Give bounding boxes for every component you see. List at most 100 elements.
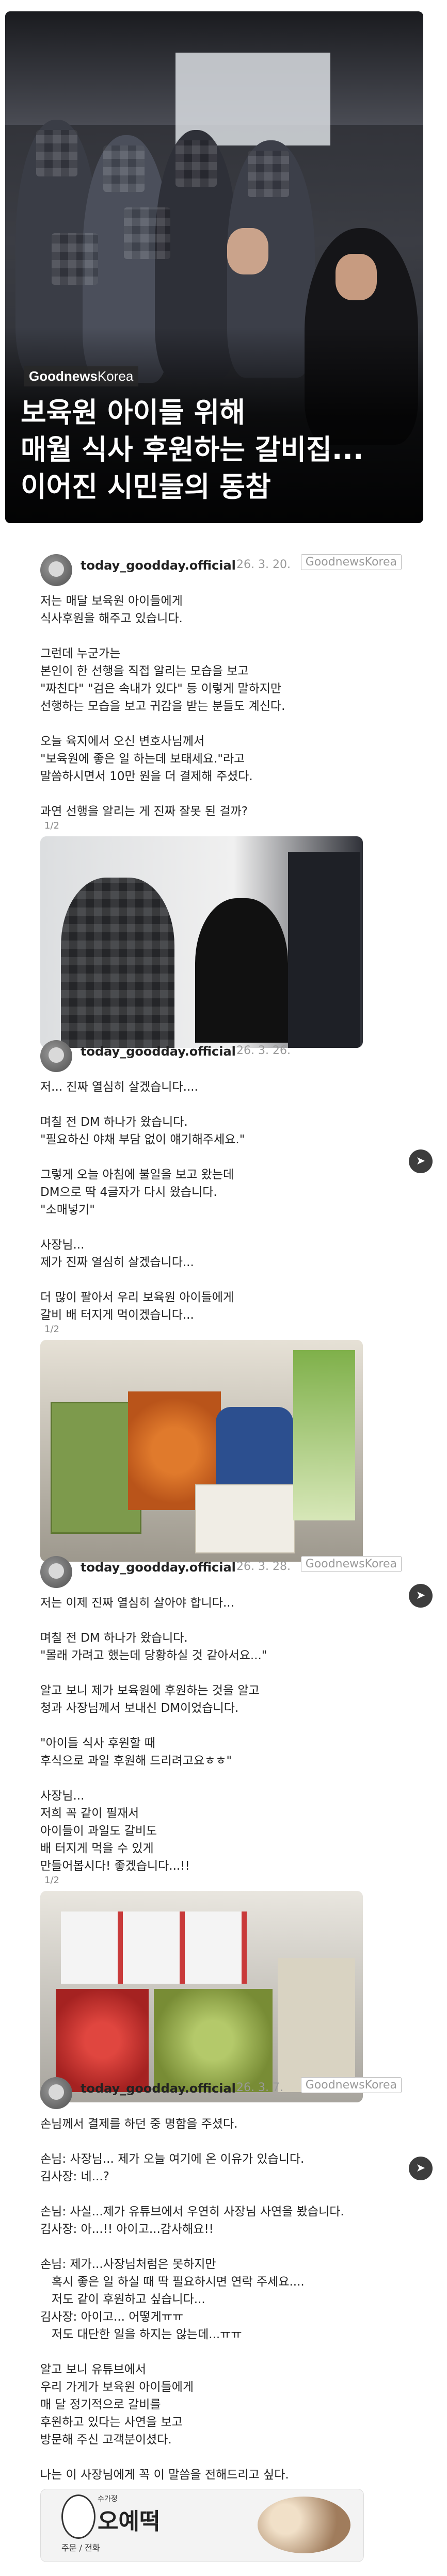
post-text-line: 저는 이제 진짜 열심히 살아야 합니다... <box>40 1596 234 1610</box>
post-text-line: "짜친다" "검은 속내가 있다" 등 이렇게 말하지만 <box>40 682 282 695</box>
post-text-line: 김사장: 아...!! 아이고...감사해요!! <box>40 2223 214 2236</box>
post-text-line: 손님: 제가...사장님처럼은 못하지만 <box>40 2258 216 2271</box>
post-text-line <box>40 2449 402 2466</box>
post-text-line: 그렇게 오늘 아침에 불일을 보고 왔는데 <box>40 1168 234 1181</box>
post-photo[interactable] <box>40 1340 363 1562</box>
shop-subtitle: 주문 / 전화 <box>61 2543 100 2553</box>
shop-name: 오예떡 <box>98 2508 161 2535</box>
post-text-line: 갈비 배 터지게 먹이겠습니다... <box>40 1308 194 1322</box>
post-text-line: 손님: 사실...제가 유튜브에서 우연히 사장님 사연을 봤습니다. <box>40 2205 344 2218</box>
post-text-line: 본인이 한 선행을 직접 알리는 모습을 보고 <box>40 665 249 678</box>
post-text-line: 매 달 정기적으로 갈비를 <box>40 2398 161 2411</box>
post-card-1: today_goodday.official 26. 3. 20. Goodne… <box>40 551 433 1173</box>
post-text-line <box>40 1717 402 1735</box>
avatar[interactable] <box>40 1040 72 1072</box>
shop-sign: 수가정 <box>98 2495 118 2503</box>
post-handle[interactable]: today_goodday.official <box>81 1560 236 1575</box>
post-handle[interactable]: today_goodday.official <box>81 2081 236 2096</box>
post-text-line: 과연 선행을 알리는 게 진짜 잘못 된 걸까? <box>40 805 248 818</box>
post-text-line: 혹시 좋은 일 하실 때 딱 필요하시면 연락 주세요.... <box>40 2275 305 2289</box>
post-text-line: 후식으로 과일 후원해 드리려고요ㅎㅎ" <box>40 1754 232 1768</box>
post-text-line <box>40 715 402 733</box>
post-text-line <box>40 2185 402 2203</box>
post-date: 26. 3. 20. <box>236 558 291 571</box>
post-date: 26. 3. 7. <box>236 2081 283 2094</box>
post-text-line: 오늘 육지에서 오신 변호사님께서 <box>40 735 205 748</box>
post-text-line <box>40 1664 402 1682</box>
post-date: 26. 3. 26. <box>236 1044 291 1057</box>
post-text-line: 며칠 전 DM 하나가 왔습니다. <box>40 1631 188 1645</box>
post-text-line <box>40 1148 402 1166</box>
hero-title: 보육원 아이들 위해 매월 식사 후원하는 갈비집... 이어진 시민들의 동참 <box>21 396 364 503</box>
hero-image: GoodnewsKorea 보육원 아이들 위해 매월 식사 후원하는 갈비집.… <box>5 11 423 523</box>
post-text-line: 손님: 사장님... 제가 오늘 여기에 온 이유가 있습니다. <box>40 2152 305 2166</box>
post-text: 저는 이제 진짜 열심히 살아야 합니다... 며칠 전 DM 하나가 왔습니다… <box>40 1594 402 1886</box>
share-icon[interactable]: ➤ <box>409 1149 433 1173</box>
post-date: 26. 3. 28. <box>236 1560 291 1573</box>
post-text-line: 김사장: 아이고... 어떻게ㅠㅠ <box>40 2310 184 2324</box>
photo-counter: 1/2 <box>44 1324 59 1335</box>
post-handle[interactable]: today_goodday.official <box>81 558 236 573</box>
post-text-line: "필요하신 야채 부담 없이 얘기해주세요." <box>40 1133 245 1146</box>
post-text-line: 후원하고 있다는 사연을 보고 <box>40 2416 183 2429</box>
goodnews-logo: GoodnewsKorea <box>300 554 402 570</box>
share-icon[interactable]: ➤ <box>409 2157 433 2180</box>
article-page: GoodnewsKorea 보육원 아이들 위해 매월 식사 후원하는 갈비집.… <box>0 0 447 2576</box>
post-text-line: 그런데 누군가는 <box>40 647 121 660</box>
photo-counter: 1/2 <box>44 820 59 831</box>
post-text-line <box>40 1612 402 1629</box>
post-text-line <box>40 1770 402 1787</box>
post-text-line <box>40 627 402 645</box>
post-text-line <box>40 1096 402 1113</box>
post-text-line: 저도 같이 후원하고 싶습니다... <box>40 2293 205 2306</box>
post-text-line: 손님께서 결제를 하던 중 명함을 주셨다. <box>40 2117 238 2131</box>
post-text-line: 저... 진짜 열심히 살겠습니다.... <box>40 1080 198 1094</box>
post-card-3: today_goodday.official 26. 3. 28. Goodne… <box>40 1553 433 2180</box>
post-text-line: "보육원에 좋은 일 하는데 보태세요."라고 <box>40 752 245 766</box>
shop-mascot <box>61 2494 95 2539</box>
share-icon[interactable]: ➤ <box>409 1584 433 1608</box>
post-text-line: 선행하는 모습을 보고 귀감을 받는 분들도 계신다. <box>40 700 285 713</box>
post-text: 저는 매달 보육원 아이들에게식사후원을 해주고 있습니다. 그런데 누군가는본… <box>40 592 402 831</box>
post-card-2: today_goodday.official 26. 3. 26. 저... 진… <box>40 1037 433 1608</box>
post-card-4: today_goodday.official 26. 3. 7. Goodnew… <box>40 2074 402 2562</box>
post-text-line: 알고 보니 유튜브에서 <box>40 2363 147 2376</box>
post-text-line <box>40 785 402 803</box>
post-text-line: "소매넣기" <box>40 1203 95 1217</box>
post-text-line: 김사장: 네...? <box>40 2170 109 2183</box>
post-text-line: DM으로 딱 4글자가 다시 왔습니다. <box>40 1186 217 1199</box>
post-text-line: 저희 꼭 같이 필재서 <box>40 1807 139 1820</box>
post-text-line: 아이들이 과일도 갈비도 <box>40 1824 157 1838</box>
post-text-line: 식사후원을 해주고 있습니다. <box>40 612 183 625</box>
post-text-line <box>40 2133 402 2150</box>
post-text-line: 우리 가게가 보육원 아이들에게 <box>40 2380 194 2394</box>
post-text-line: 저는 매달 보육원 아이들에게 <box>40 594 183 608</box>
avatar[interactable] <box>40 1556 72 1588</box>
post-handle[interactable]: today_goodday.official <box>81 1044 236 1059</box>
avatar[interactable] <box>40 554 72 586</box>
post-text-line: 며칠 전 DM 하나가 왔습니다. <box>40 1115 188 1129</box>
post-text-line <box>40 2238 402 2256</box>
post-text-line <box>40 1271 402 1289</box>
post-text-line: 제가 진짜 열심히 살겠습니다... <box>40 1256 194 1269</box>
post-text-line <box>40 2343 402 2361</box>
post-photo[interactable] <box>40 1891 363 2102</box>
avatar[interactable] <box>40 2077 72 2109</box>
post-text: 손님께서 결제를 하던 중 명함을 주셨다. 손님: 사장님... 제가 오늘 … <box>40 2115 402 2484</box>
post-photo[interactable] <box>40 836 363 1048</box>
post-text-line: 더 많이 팔아서 우리 보육원 아이들에게 <box>40 1291 234 1304</box>
post-text-line: 나는 이 사장님에게 꼭 이 말씀을 전해드리고 싶다. <box>40 2468 289 2482</box>
post-text-line <box>40 1219 402 1236</box>
post-text-line: 알고 보니 제가 보육원에 후원하는 것을 알고 <box>40 1684 260 1697</box>
post-text-line: 사장님... <box>40 1789 85 1803</box>
post-text-line: 사장님... <box>40 1238 85 1252</box>
post-text-line: "아이들 식사 후원할 때 <box>40 1737 155 1750</box>
post-text: 저... 진짜 열심히 살겠습니다.... 며칠 전 DM 하나가 왔습니다. "… <box>40 1078 402 1335</box>
photo-counter: 1/2 <box>44 1875 59 1886</box>
post-text-line: 만들어봅시다! 좋겠습니다...!! <box>40 1859 190 1873</box>
goodnews-logo: GoodnewsKorea <box>300 2077 402 2093</box>
post-text-line: 청과 사장님께서 보내신 DM이었습니다. <box>40 1702 239 1715</box>
post-text-line: 방문해 주신 고객분이셨다. <box>40 2433 172 2447</box>
post-photo[interactable]: 수가정 오예떡 주문 / 전화 <box>40 2489 364 2562</box>
post-text-line: "몰래 가려고 했는데 당황하실 것 같아서요..." <box>40 1649 267 1662</box>
